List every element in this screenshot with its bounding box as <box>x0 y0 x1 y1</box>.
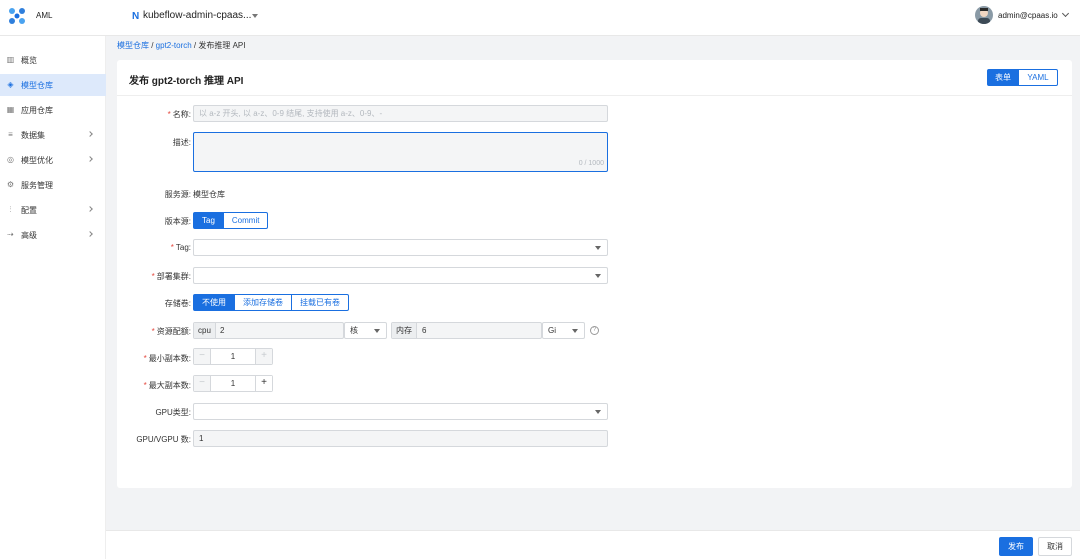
form-card: 发布 gpt2-torch 推理 API 表单 YAML * 名称: 以 a-z … <box>117 60 1072 488</box>
gpu-count-value: 1 <box>199 434 204 443</box>
gpu-type-label: GPU类型: <box>155 408 191 417</box>
source-label: 服务源: <box>164 190 191 199</box>
mode-switch: 表单 YAML <box>987 69 1058 86</box>
breadcrumb-model-repo[interactable]: 模型仓库 <box>117 41 149 50</box>
tag-option-button[interactable]: Tag <box>193 212 224 229</box>
max-replicas-label: * 最大副本数: <box>143 381 191 390</box>
optimize-icon: ◎ <box>7 155 14 164</box>
sidebar-item-label: 模型优化 <box>21 156 53 165</box>
app-name: AML <box>36 11 53 20</box>
plus-icon[interactable]: + <box>256 349 272 364</box>
caret-down-icon <box>572 329 578 333</box>
min-replicas-label: * 最小副本数: <box>143 354 191 363</box>
form-mode-button[interactable]: 表单 <box>987 69 1019 86</box>
gpu-count-label: GPU/VGPU 数: <box>136 435 191 444</box>
memory-unit-select[interactable]: Gi <box>542 322 585 339</box>
advanced-icon: ⇢ <box>7 230 14 239</box>
cluster-label: * 部署集群: <box>151 272 191 281</box>
chart-icon: ▥ <box>6 55 15 64</box>
cpu-unit-select[interactable]: 核 <box>344 322 387 339</box>
tag-label: * Tag: <box>170 243 191 252</box>
storage-label: 存储卷: <box>164 299 191 308</box>
description-textarea[interactable]: 0 / 1000 <box>193 132 608 172</box>
breadcrumb-separator: / <box>149 41 156 50</box>
commit-option-button[interactable]: Commit <box>222 212 269 229</box>
min-replicas-value[interactable]: 1 <box>210 349 256 364</box>
cancel-button[interactable]: 取消 <box>1038 537 1072 556</box>
sidebar-item-model-repo[interactable]: ◈ 模型仓库 <box>0 74 106 96</box>
memory-unit-value: Gi <box>548 326 556 335</box>
submit-button[interactable]: 发布 <box>999 537 1033 556</box>
source-value: 模型仓库 <box>193 190 225 199</box>
plus-icon[interactable]: + <box>256 376 272 391</box>
sidebar-item-label: 应用仓库 <box>21 106 53 115</box>
chevron-right-icon <box>87 156 93 162</box>
storage-none-button[interactable]: 不使用 <box>193 294 235 311</box>
version-source-label: 版本源: <box>164 217 191 226</box>
yaml-mode-button[interactable]: YAML <box>1019 69 1058 86</box>
service-icon: ⚙ <box>6 180 15 189</box>
storage-add-button[interactable]: 添加存储卷 <box>234 294 292 311</box>
breadcrumb: 模型仓库 / gpt2-torch / 发布推理 API <box>117 40 246 51</box>
cpu-value: 2 <box>220 326 225 335</box>
sidebar-item-label: 服务管理 <box>21 181 53 190</box>
tag-select[interactable] <box>193 239 608 256</box>
caret-down-icon[interactable] <box>252 14 258 18</box>
breadcrumb-current: 发布推理 API <box>198 41 246 50</box>
sidebar-item-label: 模型仓库 <box>21 81 53 90</box>
sidebar-item-label: 配置 <box>21 206 37 215</box>
description-label: 描述: <box>172 138 191 147</box>
page-title: 发布 gpt2-torch 推理 API <box>129 76 244 87</box>
caret-down-icon <box>595 246 601 250</box>
chevron-right-icon <box>87 206 93 212</box>
help-icon[interactable]: ? <box>590 326 599 335</box>
gpu-type-select[interactable] <box>193 403 608 420</box>
sidebar-item-label: 数据集 <box>21 131 45 140</box>
sidebar-item-label: 高级 <box>21 231 37 240</box>
sidebar-item-overview[interactable]: ▥ 概览 <box>0 49 106 71</box>
namespace-selector[interactable]: kubeflow-admin-cpaas... <box>143 10 251 21</box>
name-label: * 名称: <box>167 110 191 119</box>
breadcrumb-model[interactable]: gpt2-torch <box>156 41 192 50</box>
avatar[interactable] <box>975 6 993 24</box>
max-replicas-stepper: − 1 + <box>193 375 273 392</box>
storage-mount-button[interactable]: 挂载已有卷 <box>291 294 349 311</box>
resource-quota-label: * 资源配额: <box>151 327 191 336</box>
storage-toggle: 不使用 添加存储卷 挂载已有卷 <box>193 294 349 311</box>
max-replicas-value[interactable]: 1 <box>210 376 256 391</box>
caret-down-icon <box>595 410 601 414</box>
caret-down-icon <box>374 329 380 333</box>
cube-icon: ◈ <box>7 80 14 89</box>
chevron-right-icon <box>87 131 93 137</box>
cpu-input[interactable]: cpu 2 <box>193 322 344 339</box>
database-icon: ≡ <box>8 130 13 139</box>
memory-addon: 内存 <box>392 323 417 338</box>
version-source-toggle: Tag Commit <box>193 212 269 229</box>
footer-bar: 发布 取消 <box>106 530 1080 559</box>
minus-icon[interactable]: − <box>194 349 210 364</box>
top-bar: AML N kubeflow-admin-cpaas... admin@cpaa… <box>0 0 1080 36</box>
gpu-count-input[interactable]: 1 <box>193 430 608 447</box>
chevron-down-icon[interactable] <box>1061 9 1070 18</box>
min-replicas-stepper: − 1 + <box>193 348 273 365</box>
name-input[interactable]: 以 a-z 开头, 以 a-z、0-9 结尾, 支持使用 a-z、0-9、- <box>193 105 608 122</box>
config-icon: ⫶ <box>9 205 12 214</box>
cluster-select[interactable] <box>193 267 608 284</box>
cpu-unit-value: 核 <box>350 326 358 335</box>
caret-down-icon <box>595 274 601 278</box>
sidebar-item-model-optimize[interactable]: ◎ 模型优化 <box>0 149 106 171</box>
aml-logo-icon <box>9 8 25 24</box>
minus-icon[interactable]: − <box>194 376 210 391</box>
grid-icon: ▦ <box>6 105 15 114</box>
chevron-right-icon <box>87 231 93 237</box>
user-menu[interactable]: admin@cpaas.io <box>998 11 1058 20</box>
divider <box>117 95 1072 96</box>
sidebar-item-label: 概览 <box>21 56 37 65</box>
char-counter: 0 / 1000 <box>578 160 604 167</box>
memory-input[interactable]: 内存 6 <box>391 322 542 339</box>
memory-value: 6 <box>422 326 427 335</box>
cpu-addon: cpu <box>194 323 216 338</box>
namespace-icon: N <box>132 11 140 22</box>
